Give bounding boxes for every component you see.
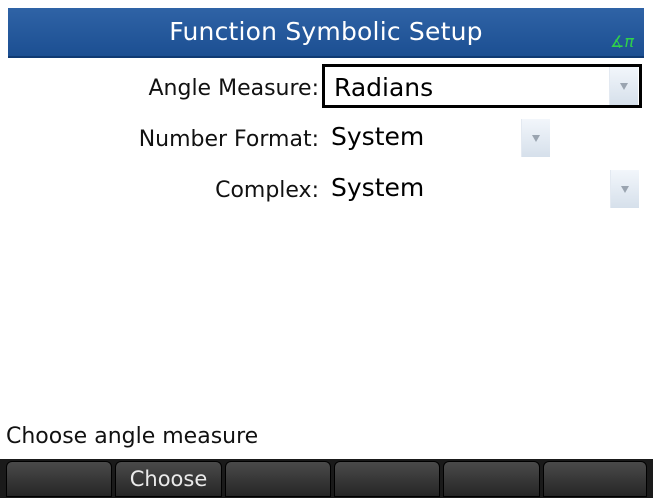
number-format-value: System — [331, 122, 425, 151]
angle-measure-select[interactable]: Radians — [322, 64, 642, 108]
softkey-3[interactable] — [225, 461, 331, 497]
number-format-label: Number Format: — [138, 127, 319, 152]
number-format-dropdown-button[interactable] — [521, 119, 550, 157]
complex-label: Complex: — [215, 178, 319, 203]
complex-row: Complex: — [0, 168, 319, 214]
softkey-5[interactable] — [443, 461, 540, 497]
softkey-4[interactable] — [334, 461, 440, 497]
number-format-select[interactable]: System — [322, 116, 550, 160]
title-bar: Function Symbolic Setup ∡π — [8, 8, 644, 58]
chevron-down-icon — [621, 186, 629, 193]
page-title: Function Symbolic Setup — [169, 17, 483, 46]
softkey-1[interactable] — [6, 461, 112, 497]
angle-measure-value: Radians — [334, 73, 434, 102]
complex-dropdown-button[interactable] — [610, 170, 639, 208]
angle-mode-indicator: ∡π — [610, 32, 634, 51]
number-format-row: Number Format: — [0, 117, 319, 163]
complex-select[interactable]: System — [322, 167, 642, 211]
complex-value: System — [331, 173, 425, 202]
chevron-down-icon — [532, 135, 540, 142]
help-text: Choose angle measure — [6, 424, 259, 449]
angle-measure-dropdown-button[interactable] — [609, 67, 638, 105]
chevron-down-icon — [620, 83, 628, 90]
angle-measure-row: Angle Measure: — [0, 66, 319, 112]
choose-button[interactable]: Choose — [115, 461, 222, 497]
angle-measure-label: Angle Measure: — [148, 76, 319, 101]
calculator-screen: Function Symbolic Setup ∡π Angle Measure… — [0, 0, 653, 498]
softkey-6[interactable] — [543, 461, 647, 497]
softkey-menu: Choose — [0, 459, 653, 498]
